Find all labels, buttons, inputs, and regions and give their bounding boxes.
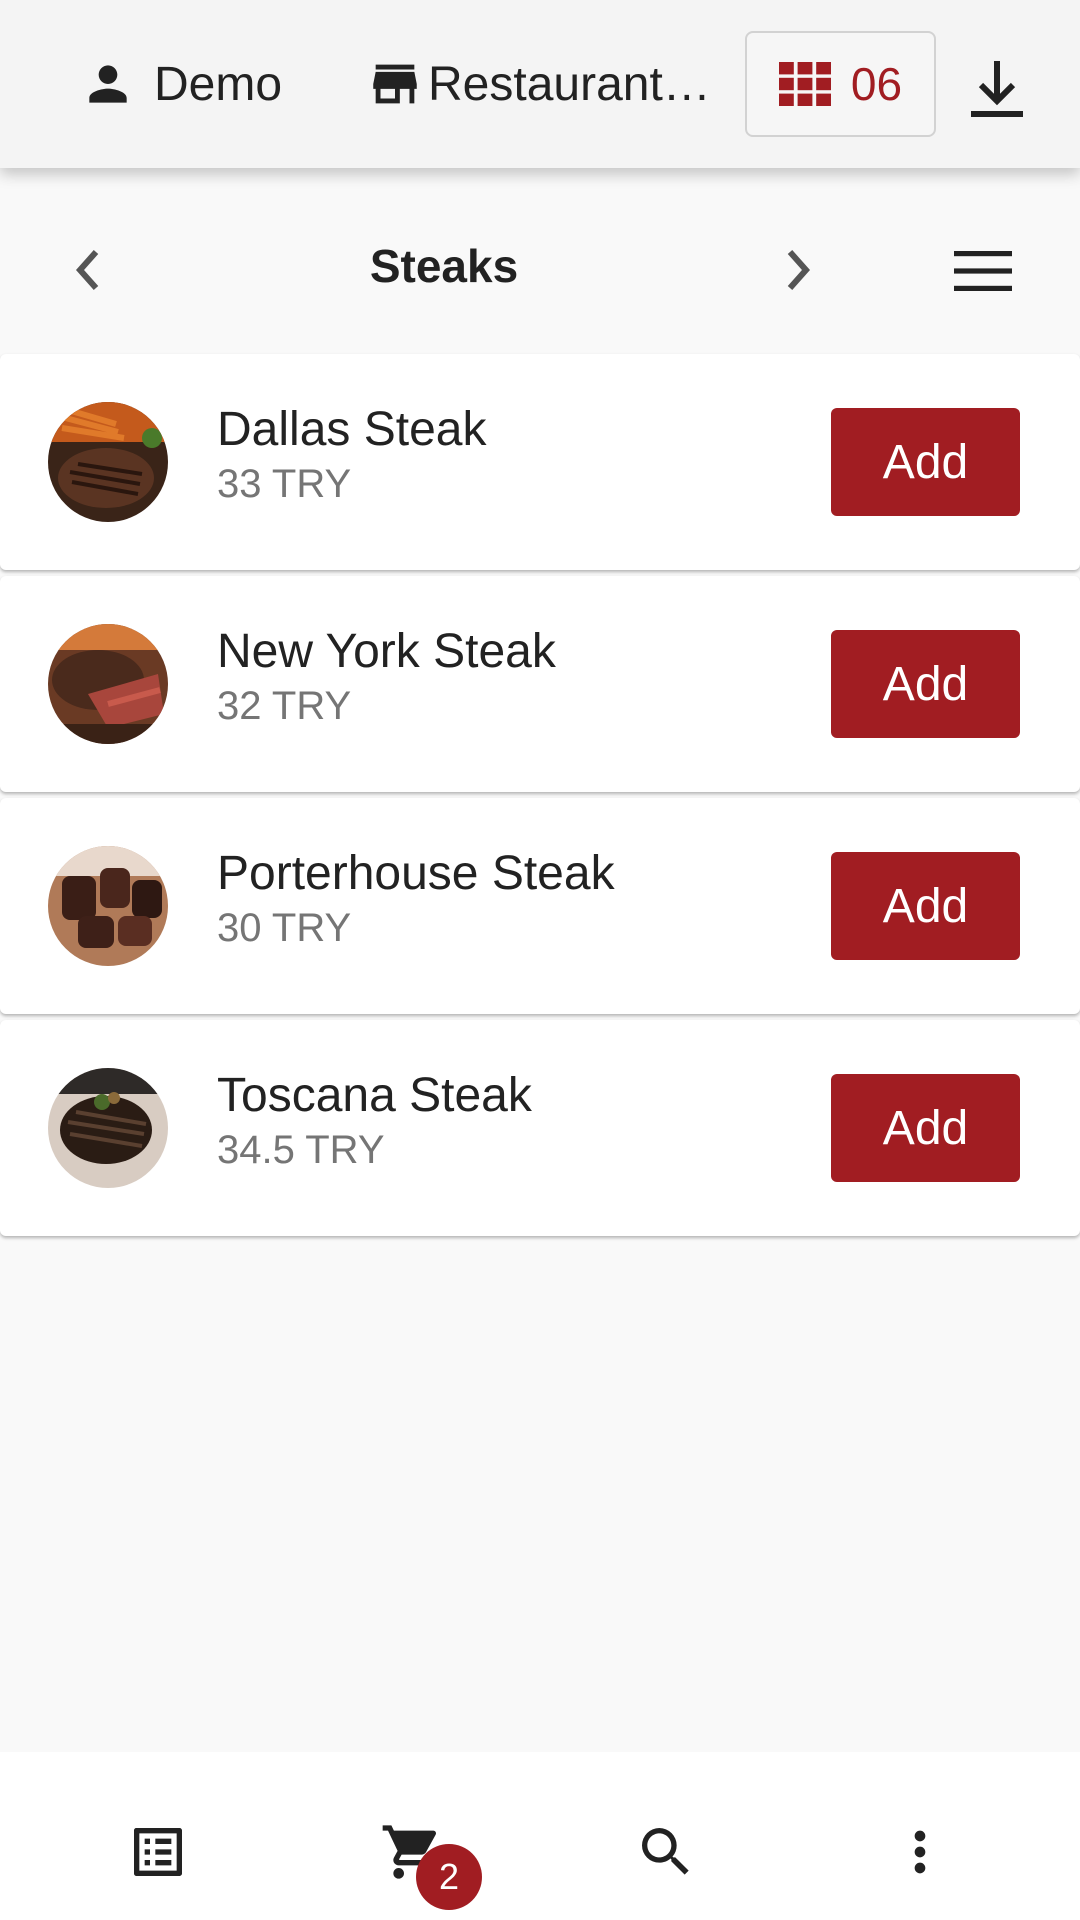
category-navigator: Steaks: [0, 168, 1080, 354]
table-selector-button[interactable]: 06: [745, 31, 936, 137]
add-button[interactable]: Add: [831, 630, 1020, 738]
category-menu-button[interactable]: [952, 246, 1014, 296]
add-button[interactable]: Add: [831, 852, 1020, 960]
add-button[interactable]: Add: [831, 1074, 1020, 1182]
table-grid-icon: [778, 62, 831, 106]
chevron-left-icon: [75, 250, 99, 290]
hamburger-menu-icon: [954, 251, 1012, 291]
product-name: New York Steak: [217, 625, 556, 678]
product-name: Toscana Steak: [217, 1069, 532, 1122]
restaurant-name: Restaurant…: [428, 57, 711, 111]
product-image: [48, 1068, 168, 1188]
product-price: 34.5 TRY: [217, 1128, 385, 1172]
user-button[interactable]: Demo: [80, 0, 282, 168]
search-icon: [642, 1828, 689, 1875]
person-icon: [89, 65, 127, 103]
chevron-right-icon: [787, 250, 811, 290]
product-name: Dallas Steak: [217, 403, 487, 456]
next-category-button[interactable]: [776, 244, 820, 296]
bottom-navigation: 2: [0, 1752, 1080, 1920]
download-button[interactable]: [966, 56, 1028, 122]
product-image: [48, 846, 168, 966]
category-title: Steaks: [369, 240, 519, 292]
search-button[interactable]: [626, 1812, 706, 1892]
product-image: [48, 624, 168, 744]
product-price: 30 TRY: [217, 906, 352, 950]
add-button[interactable]: Add: [831, 408, 1020, 516]
top-app-bar: Demo Restaurant… 06: [0, 0, 1080, 168]
restaurant-button[interactable]: Restaurant…: [366, 0, 716, 168]
more-vert-icon: [914, 1830, 926, 1874]
store-icon: [373, 64, 417, 104]
table-number: 06: [850, 58, 903, 110]
orders-list-button[interactable]: [118, 1812, 198, 1892]
orders-list-icon: [134, 1828, 182, 1876]
product-list: Dallas Steak 33 TRY Add New York Steak 3…: [0, 354, 1080, 1242]
user-name: Demo: [154, 57, 283, 111]
previous-category-button[interactable]: [66, 244, 110, 296]
product-price: 32 TRY: [217, 684, 352, 728]
product-image: [48, 402, 168, 522]
product-card: Toscana Steak 34.5 TRY Add: [0, 1020, 1080, 1236]
product-card: Porterhouse Steak 30 TRY Add: [0, 798, 1080, 1014]
download-icon: [971, 61, 1023, 117]
more-options-button[interactable]: [880, 1812, 960, 1892]
product-price: 33 TRY: [217, 462, 352, 506]
product-name: Porterhouse Steak: [217, 847, 615, 900]
product-card: New York Steak 32 TRY Add: [0, 576, 1080, 792]
product-card: Dallas Steak 33 TRY Add: [0, 354, 1080, 570]
cart-count-badge: 2: [416, 1844, 482, 1910]
